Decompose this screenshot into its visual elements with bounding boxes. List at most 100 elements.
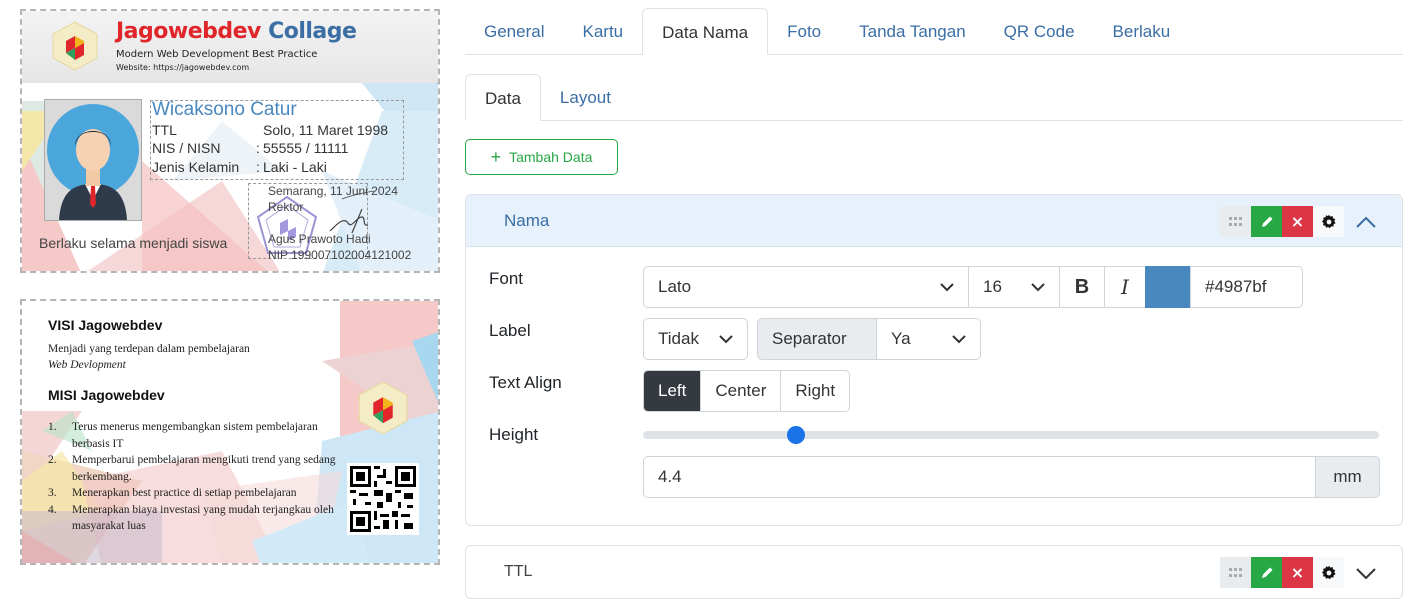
- chevron-down-icon[interactable]: [1344, 557, 1388, 588]
- tab-qr-code[interactable]: QR Code: [985, 8, 1094, 55]
- plus-icon: +: [490, 147, 502, 167]
- misi-item: 3. Menerapkan best practice di setiap pem…: [48, 485, 338, 502]
- text-align-group: Left Center Right: [643, 370, 851, 412]
- tab-foto[interactable]: Foto: [768, 8, 840, 55]
- color-swatch[interactable]: [1145, 266, 1191, 308]
- add-data-button[interactable]: + Tambah Data: [465, 139, 618, 175]
- color-hex-value: #4987bf: [1205, 277, 1267, 296]
- chevron-down-icon: [1031, 283, 1045, 292]
- panel-ttl-actions: ×: [1220, 557, 1388, 588]
- grid-icon[interactable]: [1220, 206, 1251, 237]
- visi-title: VISI Jagowebdev: [48, 317, 163, 333]
- grid-icon[interactable]: [1220, 557, 1251, 588]
- bio-sep-gender: :: [256, 159, 260, 175]
- misi-item-number: 4.: [48, 503, 57, 516]
- signature-name: Agus Prawoto Hadi: [268, 232, 371, 246]
- brand-website: Website: https://jagowebdev.com: [116, 63, 250, 72]
- misi-item: 1. Terus menerus mengembangkan sistem pem…: [48, 419, 338, 452]
- separator-addon: Separator: [757, 318, 877, 360]
- font-label: Font: [489, 269, 524, 288]
- qr-code: [347, 463, 419, 535]
- signature-date: Semarang, 11 Juni 2024: [268, 184, 398, 198]
- label-select[interactable]: Tidak: [643, 318, 748, 360]
- misi-item-number: 1.: [48, 421, 57, 433]
- italic-label: I: [1121, 275, 1129, 299]
- misi-title: MISI Jagowebdev: [48, 387, 165, 403]
- misi-item-text: Terus menerus mengembangkan sistem pembe…: [72, 421, 318, 450]
- misi-item: 4. Menerapkan biaya investasi yang mudah …: [48, 502, 338, 535]
- font-family-select[interactable]: Lato: [643, 266, 969, 308]
- panel-nama: Nama × Font Lato 16 B I #4987bf Label Ti…: [465, 194, 1403, 526]
- bio-label-nis: NIS / NISN: [152, 140, 221, 156]
- gear-icon[interactable]: [1313, 206, 1344, 237]
- font-size-select[interactable]: 16: [968, 266, 1060, 308]
- panel-nama-title: Nama: [504, 211, 550, 230]
- tab-berlaku[interactable]: Berlaku: [1094, 8, 1190, 55]
- text-align-label: Text Align: [489, 373, 562, 392]
- gear-icon[interactable]: [1313, 557, 1344, 588]
- height-value: 4.4: [658, 467, 682, 486]
- misi-item-text: Memperbarui pembelajaran mengikuti trend…: [72, 454, 336, 483]
- panel-ttl-title: TTL: [504, 563, 533, 580]
- visi-line-2: Web Devlopment: [48, 359, 126, 371]
- misi-list: 1. Terus menerus mengembangkan sistem pem…: [48, 419, 338, 535]
- misi-item-text: Menerapkan biaya investasi yang mudah te…: [72, 503, 334, 533]
- align-right-button[interactable]: Right: [780, 371, 849, 411]
- tab-general[interactable]: General: [465, 8, 563, 55]
- bio-value-gender: Laki - Laki: [263, 159, 327, 175]
- height-input[interactable]: 4.4: [643, 456, 1316, 498]
- jagowebdev-logo: [52, 21, 98, 71]
- separator-value: Ya: [891, 329, 911, 348]
- tab-data-nama[interactable]: Data Nama: [642, 8, 769, 55]
- main-tabs: General Kartu Data Nama Foto Tanda Tanga…: [465, 8, 1403, 55]
- close-icon[interactable]: ×: [1282, 206, 1313, 237]
- panel-nama-actions: ×: [1220, 206, 1388, 237]
- height-slider[interactable]: [643, 426, 1379, 444]
- chevron-down-icon: [940, 283, 954, 292]
- align-center-button[interactable]: Center: [700, 371, 780, 411]
- pencil-icon[interactable]: [1251, 557, 1282, 588]
- student-photo: [44, 99, 142, 221]
- separator-label: Separator: [772, 329, 847, 348]
- brand-suffix: Collage: [268, 19, 357, 44]
- bio-label-ttl: TTL: [152, 122, 177, 138]
- add-data-label: Tambah Data: [509, 149, 593, 165]
- brand-title: Jagowebdev Collage: [116, 19, 357, 44]
- font-size-value: 16: [983, 277, 1002, 296]
- tab-kartu[interactable]: Kartu: [563, 8, 642, 55]
- height-slider-thumb[interactable]: [787, 426, 806, 444]
- brand-name: Jagowebdev: [116, 19, 261, 44]
- pencil-icon[interactable]: [1251, 206, 1282, 237]
- misi-item-number: 2.: [48, 454, 57, 466]
- brand-tagline: Modern Web Development Best Practice: [116, 49, 318, 60]
- separator-select[interactable]: Ya: [876, 318, 981, 360]
- height-unit: mm: [1333, 467, 1362, 486]
- panel-ttl-header[interactable]: TTL ×: [466, 546, 1402, 598]
- misi-item-text: Menerapkan best practice di setiap pembe…: [72, 487, 297, 499]
- font-family-value: Lato: [658, 277, 692, 296]
- align-left-button[interactable]: Left: [644, 371, 701, 411]
- bold-label: B: [1074, 275, 1090, 298]
- misi-item-number: 3.: [48, 487, 57, 499]
- sub-tabs: Data Layout: [465, 74, 1403, 121]
- tab-tanda-tangan[interactable]: Tanda Tangan: [840, 8, 985, 55]
- bio-sep-nis: :: [256, 140, 260, 156]
- tab-layout[interactable]: Layout: [541, 74, 630, 121]
- card-front-preview: Jagowebdev Collage Modern Web Developmen…: [20, 9, 440, 273]
- close-icon[interactable]: ×: [1282, 557, 1313, 588]
- jagowebdev-logo-back: [358, 381, 408, 435]
- color-hex-input[interactable]: #4987bf: [1190, 266, 1303, 308]
- bold-button[interactable]: B: [1059, 266, 1105, 308]
- panel-nama-header[interactable]: Nama ×: [466, 195, 1402, 247]
- height-label: Height: [489, 425, 539, 444]
- signature-nip: NIP 199007102004121002: [268, 248, 412, 262]
- tab-data[interactable]: Data: [465, 74, 541, 121]
- chevron-up-icon[interactable]: [1344, 206, 1388, 237]
- label-label: Label: [489, 321, 531, 340]
- height-unit-addon: mm: [1315, 456, 1380, 498]
- card-back-preview: VISI Jagowebdev Menjadi yang terdepan da…: [20, 299, 440, 565]
- italic-button[interactable]: I: [1104, 266, 1146, 308]
- panel-ttl: TTL ×: [465, 545, 1403, 599]
- bio-value-ttl: Solo, 11 Maret 1998: [263, 122, 389, 138]
- signature-role: Rektor: [268, 200, 304, 214]
